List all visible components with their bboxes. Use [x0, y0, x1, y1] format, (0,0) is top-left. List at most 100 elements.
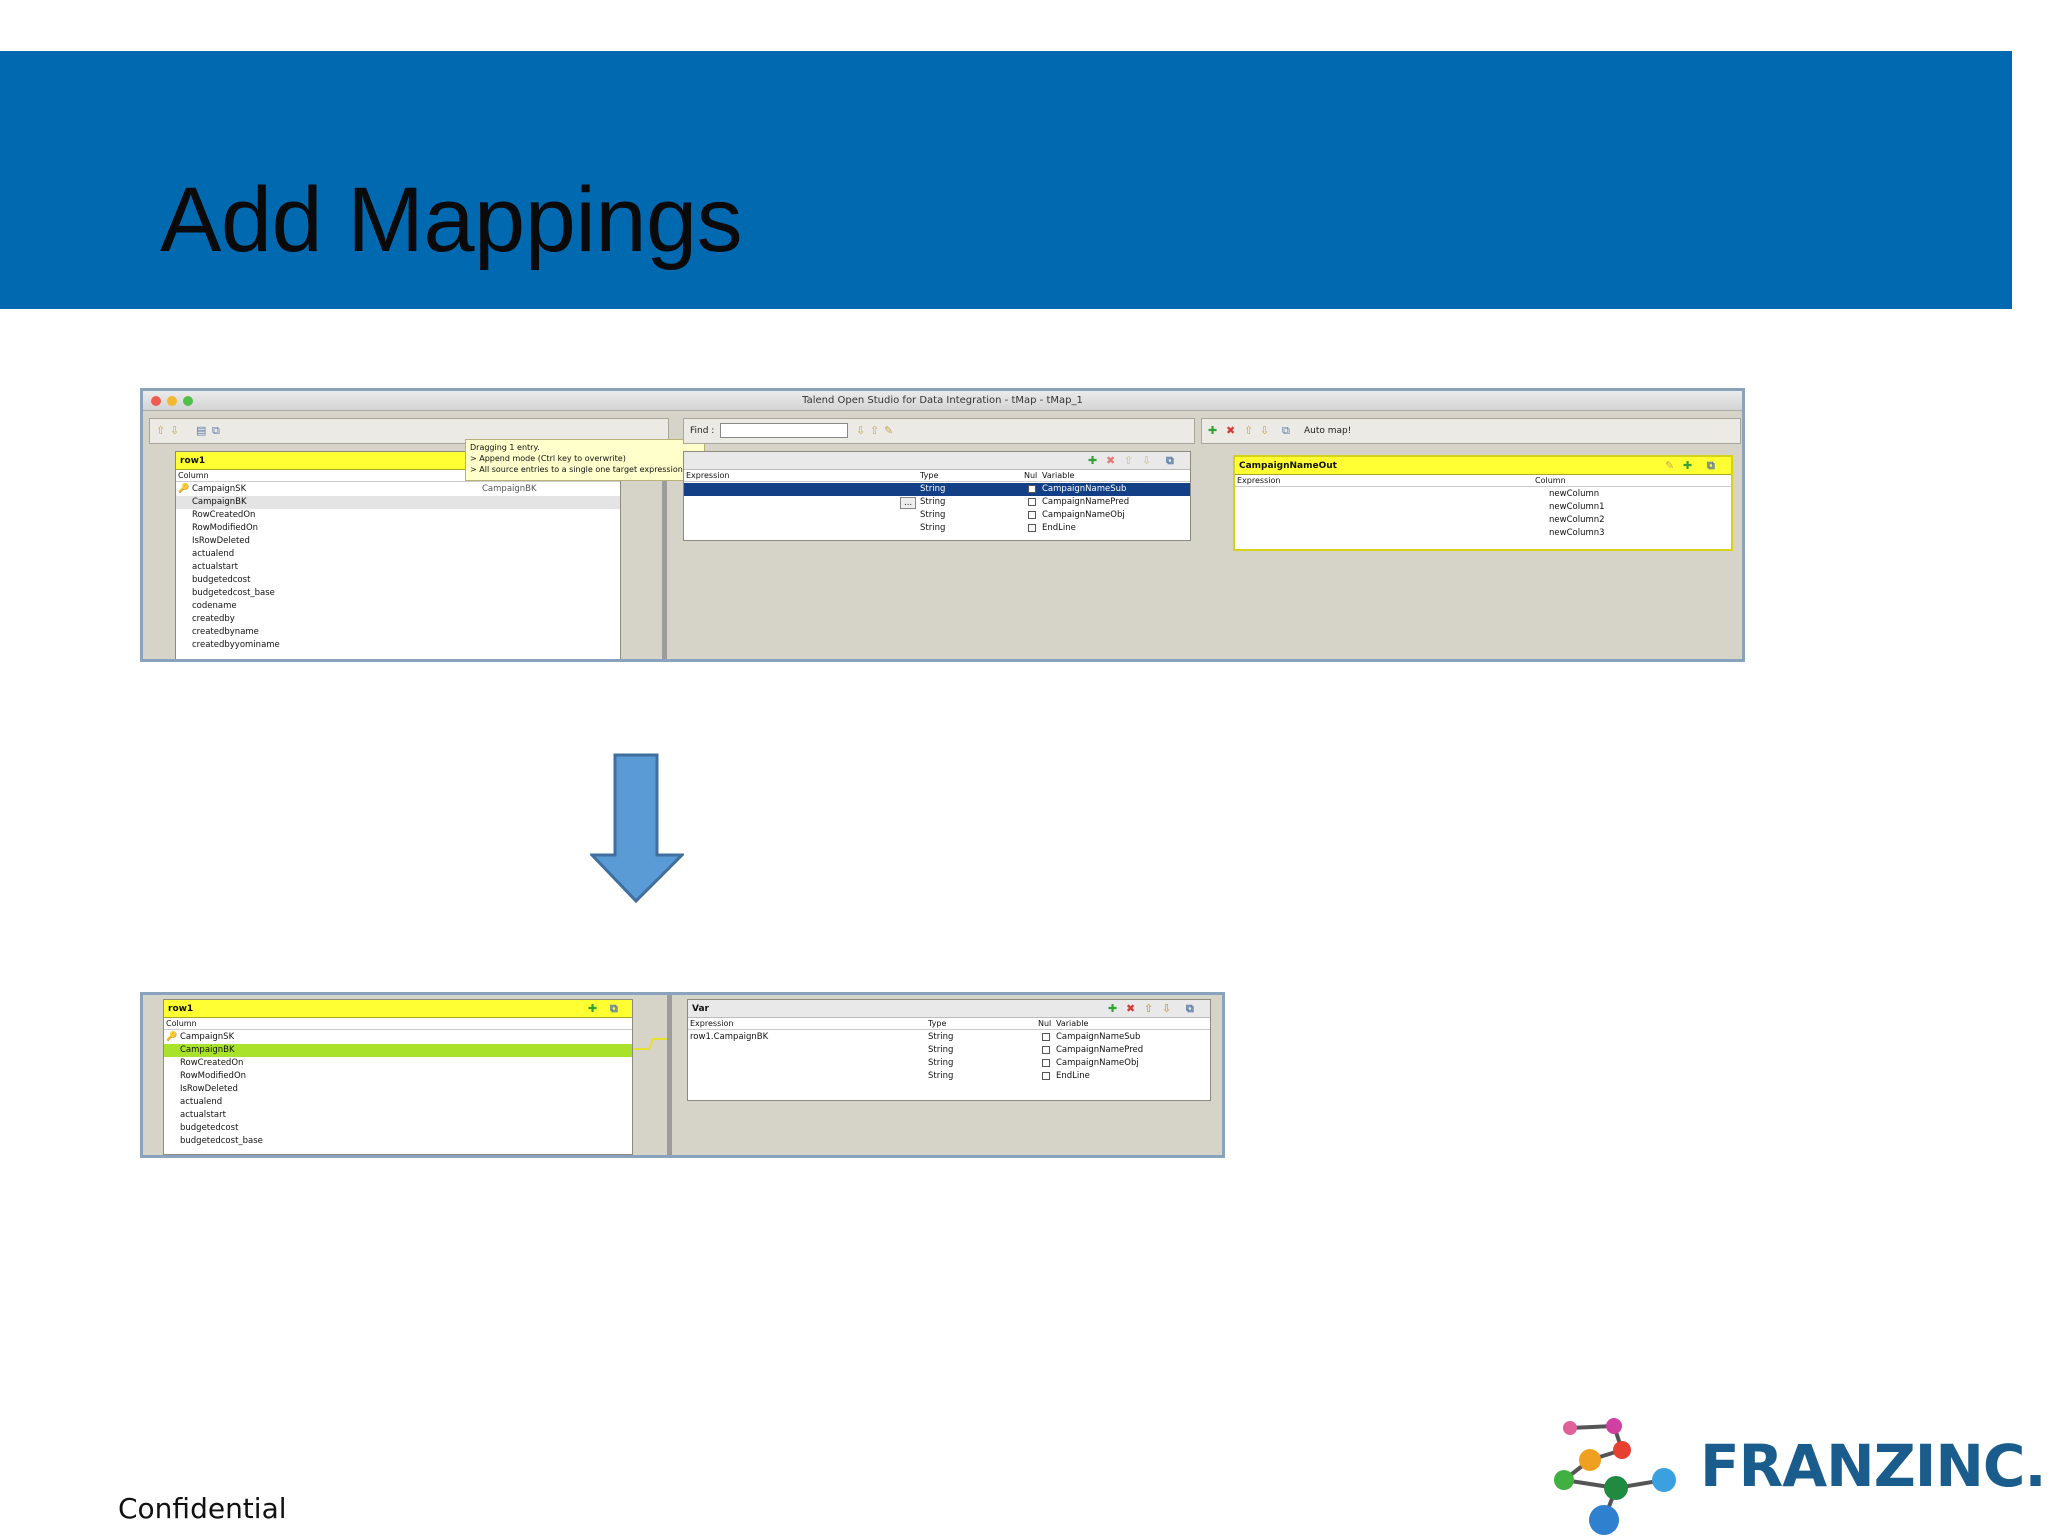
add-var-icon[interactable]: ✚ [1088, 454, 1097, 468]
vars-table-header: Var ✚ ✖ ⇧ ⇩ ⧉ [688, 1000, 1210, 1018]
edit-filter-icon[interactable]: ✎ [1665, 459, 1674, 473]
var-row[interactable]: String EndLine [684, 522, 1190, 535]
minimize-vars-icon[interactable]: ⧉ [1186, 1002, 1194, 1016]
input-column-row[interactable]: budgetedcost [164, 1122, 632, 1135]
input-column-row[interactable]: RowCreatedOn [176, 509, 620, 522]
nullable-checkbox[interactable] [1028, 524, 1036, 532]
var-row[interactable]: String CampaignNameObj [688, 1057, 1210, 1070]
var-row[interactable]: ... String CampaignNamePred [684, 496, 1190, 509]
add-filter-icon[interactable]: ✚ [588, 1002, 597, 1016]
input-column-row[interactable]: RowModifiedOn [164, 1070, 632, 1083]
output-column-row[interactable]: newColumn3 [1235, 527, 1731, 540]
nullable-checkbox[interactable] [1042, 1059, 1050, 1067]
nullable-checkbox[interactable] [1028, 511, 1036, 519]
franz-logo: FRANZINC. [1542, 1410, 2048, 1536]
find-next-icon[interactable]: ⇩ [856, 425, 865, 437]
minimize-output-icon[interactable]: ⧉ [1707, 459, 1715, 473]
layout-icon[interactable]: ▤ [196, 425, 206, 437]
input-column-row[interactable]: IsRowDeleted [176, 535, 620, 548]
nullable-checkbox[interactable] [1042, 1046, 1050, 1054]
input-column-row[interactable]: codename [176, 600, 620, 613]
input-column-row[interactable]: actualend [164, 1096, 632, 1109]
var-row[interactable]: String CampaignNameSub [684, 483, 1190, 496]
add-var-icon[interactable]: ✚ [1108, 1002, 1117, 1016]
screenshot-before: Talend Open Studio for Data Integration … [140, 388, 1745, 662]
var-row[interactable]: String CampaignNameObj [684, 509, 1190, 522]
input-column-row[interactable]: actualend [176, 548, 620, 561]
minimize-input-icon[interactable]: ⧉ [610, 1002, 618, 1016]
output-toolbar: ✚ ✖ ⇧ ⇩ ⧉ Auto map! [1201, 418, 1741, 444]
nullable-checkbox[interactable] [1028, 498, 1036, 506]
move-var-up-icon[interactable]: ⇧ [1124, 454, 1133, 468]
screenshot-after: row1 ✚ ⧉ Column 🔑 CampaignSK CampaignBK … [140, 992, 1225, 1158]
vars-column-header: Expression Type Nul Variable [684, 470, 1190, 482]
move-output-down-icon[interactable]: ⇩ [1260, 425, 1269, 437]
find-label: Find : [690, 426, 715, 436]
molecule-logo-icon [1554, 1418, 1676, 1535]
input-column-row[interactable]: actualstart [164, 1109, 632, 1122]
input-column-row[interactable]: budgetedcost_base [176, 587, 620, 600]
find-highlight-icon[interactable]: ✎ [884, 425, 893, 437]
minimize-window-button[interactable] [167, 396, 177, 406]
vars-table-header: ✚ ✖ ⇧ ⇩ ⧉ [684, 452, 1190, 470]
input-column-row[interactable]: IsRowDeleted [164, 1083, 632, 1096]
input-column-row[interactable]: createdbyname [176, 626, 620, 639]
down-arrow-icon [588, 753, 686, 904]
close-window-button[interactable] [151, 396, 161, 406]
input-column-row[interactable]: 🔑 CampaignSK [164, 1031, 632, 1044]
nullable-checkbox[interactable] [1042, 1033, 1050, 1041]
input-table-row1: row1 Column 🔑 CampaignSK CampaignBK Camp… [175, 451, 621, 659]
vars-table: Var ✚ ✖ ⇧ ⇩ ⧉ Expression Type Nul Variab… [687, 999, 1211, 1101]
zoom-window-button[interactable] [183, 396, 193, 406]
input-table-row1: row1 ✚ ⧉ Column 🔑 CampaignSK CampaignBK … [163, 999, 633, 1155]
nullable-checkbox[interactable] [1028, 485, 1036, 493]
find-previous-icon[interactable]: ⇧ [870, 425, 879, 437]
confidential-footer: Confidential [118, 1492, 287, 1525]
move-var-up-icon[interactable]: ⇧ [1144, 1002, 1153, 1016]
input-column-row[interactable]: createdbyyominame [176, 639, 620, 652]
input-table-header: row1 ✚ ⧉ [164, 1000, 632, 1018]
input-column-row[interactable]: budgetedcost_base [164, 1135, 632, 1148]
key-icon: 🔑 [178, 484, 190, 494]
add-filter-icon[interactable]: ✚ [1683, 459, 1692, 473]
var-row[interactable]: String EndLine [688, 1070, 1210, 1083]
input-column-header: Column [164, 1018, 632, 1030]
var-row[interactable]: row1.CampaignBK String CampaignNameSub [688, 1031, 1210, 1044]
output-table: CampaignNameOut ✎ ✚ ⧉ Expression Column … [1233, 455, 1733, 551]
slide-title: Add Mappings [160, 169, 743, 271]
minimize-vars-icon[interactable]: ⧉ [1166, 454, 1174, 468]
remove-var-icon[interactable]: ✖ [1126, 1002, 1135, 1016]
mapping-link-line [633, 1038, 669, 1050]
minimize-panels-icon[interactable]: ⧉ [212, 425, 220, 437]
input-column-row[interactable]: 🔑 CampaignSK CampaignBK [176, 483, 620, 496]
move-output-up-icon[interactable]: ⇧ [1244, 425, 1253, 437]
output-column-row[interactable]: newColumn2 [1235, 514, 1731, 527]
move-var-down-icon[interactable]: ⇩ [1162, 1002, 1171, 1016]
input-column-row[interactable]: budgetedcost [176, 574, 620, 587]
move-down-icon[interactable]: ⇩ [170, 425, 179, 437]
remove-output-icon[interactable]: ✖ [1226, 425, 1235, 437]
input-column-row[interactable]: CampaignBK [176, 496, 620, 509]
remove-var-icon[interactable]: ✖ [1106, 454, 1115, 468]
input-column-row[interactable]: RowModifiedOn [176, 522, 620, 535]
input-column-row[interactable]: RowCreatedOn [164, 1057, 632, 1070]
input-column-row-selected[interactable]: CampaignBK [164, 1044, 632, 1057]
add-output-icon[interactable]: ✚ [1208, 425, 1217, 437]
auto-map-button[interactable]: Auto map! [1304, 426, 1351, 436]
input-column-row[interactable]: createdby [176, 613, 620, 626]
var-row[interactable]: String CampaignNamePred [688, 1044, 1210, 1057]
move-var-down-icon[interactable]: ⇩ [1142, 454, 1151, 468]
splitter[interactable] [667, 995, 672, 1155]
window-titlebar: Talend Open Studio for Data Integration … [143, 391, 1742, 411]
find-input[interactable] [720, 423, 848, 438]
move-up-icon[interactable]: ⇧ [156, 425, 165, 437]
logo-text: FRANZINC. [1700, 1432, 2046, 1500]
key-icon: 🔑 [166, 1032, 178, 1042]
drag-tooltip: Dragging 1 entry. > Append mode (Ctrl ke… [465, 439, 705, 481]
output-column-row[interactable]: newColumn1 [1235, 501, 1731, 514]
nullable-checkbox[interactable] [1042, 1072, 1050, 1080]
output-column-row[interactable]: newColumn [1235, 488, 1731, 501]
expression-builder-button[interactable]: ... [900, 497, 917, 509]
minimize-outputs-icon[interactable]: ⧉ [1282, 425, 1290, 437]
input-column-row[interactable]: actualstart [176, 561, 620, 574]
